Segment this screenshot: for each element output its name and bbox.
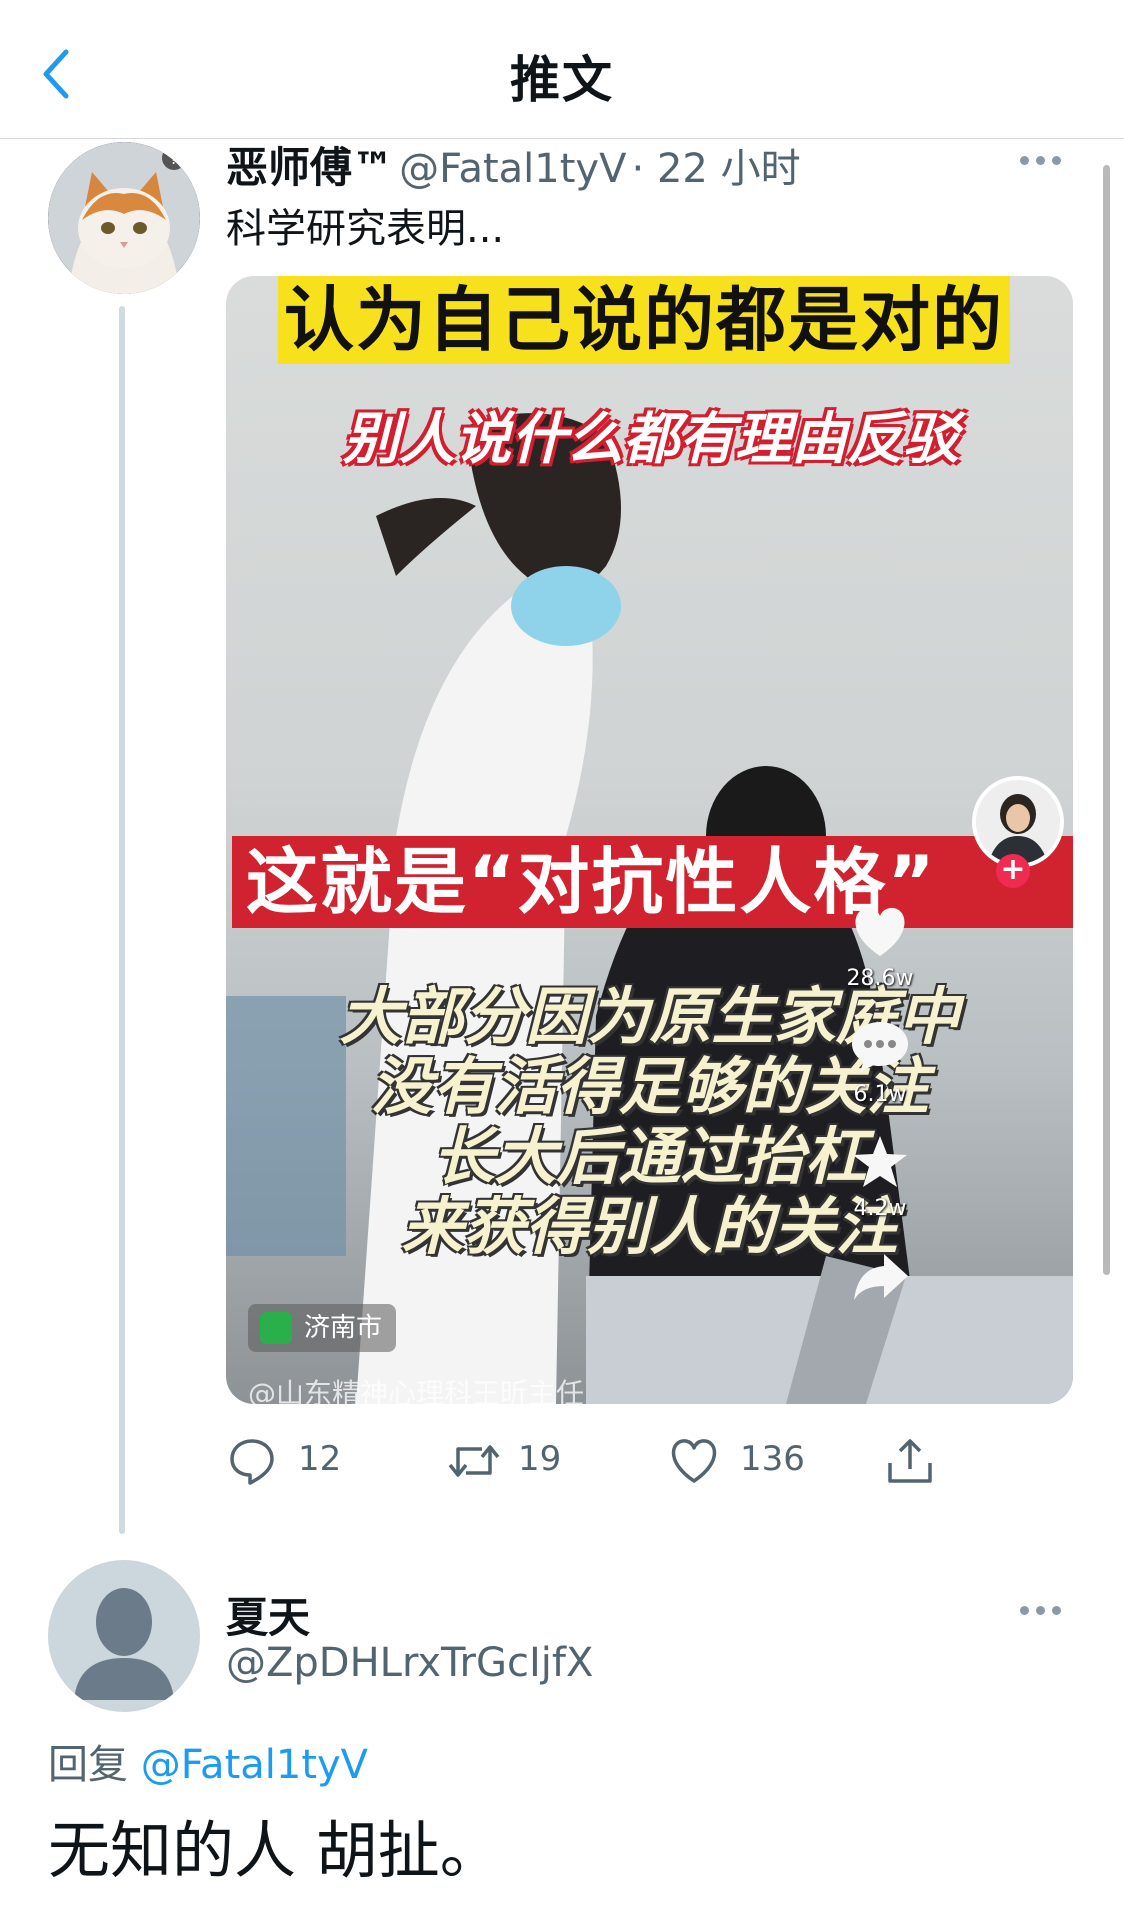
- reply-icon: [230, 1439, 274, 1485]
- comment-icon: [852, 1022, 908, 1072]
- page-title: 推文: [510, 51, 614, 109]
- share-arrow-icon: [854, 1254, 908, 1300]
- likes-count: 28.6w: [846, 966, 914, 991]
- more-dot-icon: [1052, 156, 1061, 165]
- retweet-count: 19: [518, 1439, 562, 1479]
- heart-icon: [855, 907, 905, 956]
- share-icon: [888, 1439, 932, 1483]
- location-pin-icon: [260, 1312, 292, 1344]
- media-watermark: @山东精神心理科王昕主任: [248, 1377, 585, 1404]
- mention-link[interactable]: @Fatal1tyV: [141, 1742, 368, 1788]
- display-name[interactable]: 恶师傅™: [226, 143, 394, 192]
- tweet-header: 恶师傅™ @Fatal1tyV · 22 小时: [226, 134, 801, 195]
- replying-to-label: 回复: [48, 1742, 128, 1788]
- more-dot-icon: [1052, 1606, 1061, 1615]
- more-dot-icon: [1036, 1606, 1045, 1615]
- more-dot-icon: [1020, 156, 1029, 165]
- more-dot-icon: [1036, 156, 1045, 165]
- caption-line: 来获得别人的关注: [401, 1190, 898, 1263]
- reply-button[interactable]: 12: [226, 1431, 356, 1491]
- svg-text:?: ?: [170, 149, 179, 168]
- like-count: 136: [740, 1439, 805, 1479]
- caption-second: 别人说什么都有理由反驳: [343, 407, 959, 472]
- more-dot-icon: [1020, 1606, 1029, 1615]
- reply-user-avatar[interactable]: [48, 1560, 200, 1712]
- default-avatar-icon: [74, 1588, 174, 1700]
- tweet-text: 科学研究表明...: [226, 206, 505, 252]
- reply-display-name[interactable]: 夏天: [226, 1584, 310, 1645]
- caption-top: 认为自己说的都是对的: [278, 276, 1010, 364]
- like-button[interactable]: 136: [668, 1431, 818, 1491]
- thread-connector: [119, 306, 125, 1534]
- scrollbar[interactable]: [1103, 165, 1110, 1275]
- share-button[interactable]: [884, 1431, 944, 1491]
- replying-to: 回复 @Fatal1tyV: [48, 1732, 368, 1790]
- retweet-icon: [448, 1445, 500, 1477]
- location-label: 济南市: [304, 1313, 383, 1343]
- location-tag: 济南市: [248, 1304, 397, 1352]
- tweet-time[interactable]: · 22 小时: [632, 146, 801, 192]
- caption-banner: 这就是“对抗性人格”: [232, 836, 1073, 928]
- more-options-button[interactable]: [1020, 150, 1068, 169]
- retweet-button[interactable]: 19: [446, 1431, 576, 1491]
- favorites-count: 4.2w: [853, 1196, 907, 1221]
- user-handle[interactable]: @Fatal1tyV: [399, 146, 626, 192]
- reply-user-handle[interactable]: @ZpDHLrxTrGcIjfX: [226, 1640, 593, 1686]
- top-bar: 推文: [0, 0, 1124, 139]
- user-avatar[interactable]: ?: [48, 142, 200, 294]
- cat-avatar-image: ?: [48, 142, 200, 294]
- follow-plus-icon: +: [996, 854, 1030, 888]
- star-icon: [853, 1136, 907, 1187]
- comments-count: 6.1w: [853, 1082, 907, 1107]
- heart-outline-icon: [671, 1439, 717, 1483]
- reply-more-options-button[interactable]: [1020, 1600, 1068, 1619]
- tweet-media[interactable]: 认为自己说的都是对的 别人说什么都有理由反驳 这就是“对抗性人格” 大部分因为原…: [226, 276, 1073, 1404]
- reply-count: 12: [298, 1439, 342, 1479]
- reply-text: 无知的人 胡扯。: [48, 1814, 502, 1887]
